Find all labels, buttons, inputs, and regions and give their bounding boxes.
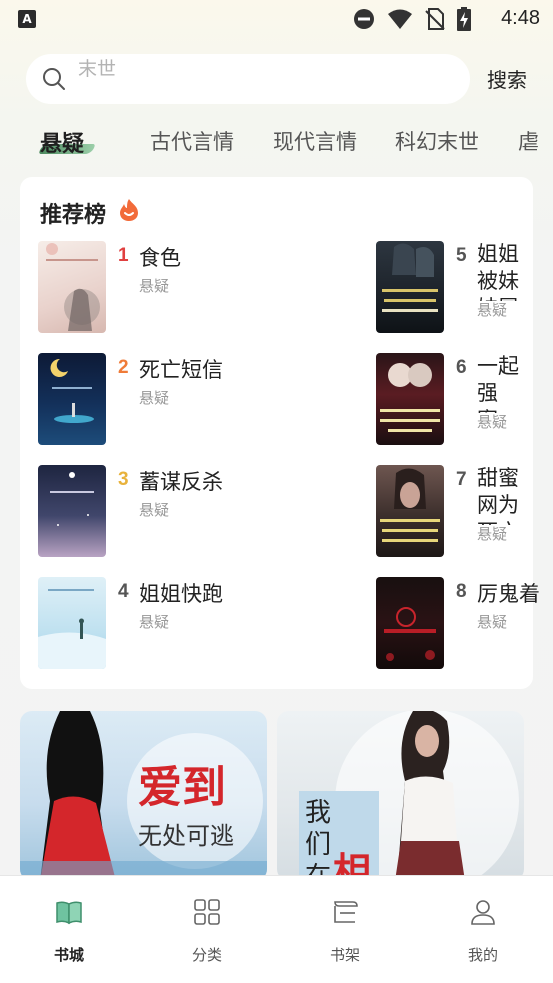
search-bar[interactable]: 末世	[26, 54, 470, 104]
banner-love-title: 爱到	[138, 762, 226, 813]
status-bar: A 4:48	[0, 0, 553, 38]
nav-bookshelf[interactable]: 书架	[305, 876, 385, 983]
rank-number: 6	[456, 357, 467, 378]
book-title: 厉鬼着	[477, 582, 540, 606]
do-not-disturb-icon	[354, 9, 374, 29]
nav-label: 我的	[467, 946, 498, 964]
tab-scifi-apocalypse[interactable]: 科幻末世	[395, 126, 479, 156]
book-cover[interactable]	[38, 353, 106, 445]
book-item[interactable]: 3 蓄谋反杀 悬疑	[38, 465, 278, 557]
book-category: 悬疑	[139, 389, 170, 407]
book-cover[interactable]	[38, 465, 106, 557]
bookshelf-icon	[334, 901, 358, 923]
book-category: 悬疑	[139, 277, 170, 295]
book-title: 姐姐被妹妹冒充	[477, 242, 519, 301]
book-category: 悬疑	[139, 613, 170, 631]
rank-number: 5	[456, 245, 467, 266]
book-category: 悬疑	[139, 501, 170, 519]
rank-number: 4	[118, 581, 129, 602]
book-cover[interactable]	[376, 241, 444, 333]
rank-number: 3	[118, 469, 129, 490]
rank-number: 2	[118, 357, 129, 378]
book-title: 甜蜜网为死亡	[477, 466, 519, 525]
wifi-icon	[388, 9, 412, 29]
book-title-clip: 一起强案，隐	[477, 353, 533, 413]
book-cover[interactable]	[38, 241, 106, 333]
tab-suspense[interactable]: 悬疑	[40, 126, 84, 158]
bottom-navigation: 书城 分类 书架 我的	[0, 875, 553, 983]
book-item[interactable]: 8 厉鬼着 悬疑	[376, 577, 553, 669]
book-title-clip: 姐姐被妹妹冒充	[477, 241, 533, 301]
book-title: 死亡短信	[139, 358, 223, 382]
book-cover[interactable]	[376, 465, 444, 557]
rank-number: 1	[118, 245, 129, 266]
book-category: 悬疑	[477, 413, 508, 431]
book-category: 悬疑	[477, 525, 508, 543]
nav-label: 书架	[329, 946, 360, 964]
rank-title: 推荐榜	[40, 203, 107, 228]
book-cover[interactable]	[38, 577, 106, 669]
no-sim-icon	[425, 8, 445, 30]
book-title: 蓄谋反杀	[139, 470, 223, 494]
book-title: 姐姐快跑	[139, 582, 223, 606]
book-title: 食色	[139, 246, 181, 270]
tab-modern-romance[interactable]: 现代言情	[273, 126, 357, 156]
battery-charging-icon	[457, 7, 471, 31]
book-item[interactable]: 1 食色 悬疑	[38, 241, 278, 333]
book-item[interactable]: 7 甜蜜网为死亡 悬疑	[376, 465, 553, 557]
book-category: 悬疑	[477, 613, 508, 631]
nav-label: 分类	[191, 946, 222, 964]
clock: 4:48	[501, 7, 540, 29]
search-button[interactable]: 搜索	[487, 64, 527, 93]
search-icon	[43, 68, 65, 90]
user-icon	[471, 900, 495, 925]
banner-love[interactable]: 爱到 无处可逃	[20, 711, 267, 881]
banner-love-subtitle: 无处可逃	[138, 822, 234, 850]
book-category: 悬疑	[477, 301, 508, 319]
nav-mine[interactable]: 我的	[443, 876, 523, 983]
tab-abuse[interactable]: 虐	[518, 126, 539, 156]
nav-label: 书城	[53, 946, 84, 964]
rank-number: 8	[456, 581, 467, 602]
search-input[interactable]: 末世	[78, 54, 438, 104]
status-icons	[353, 7, 471, 31]
tab-ancient-romance[interactable]: 古代言情	[150, 126, 234, 156]
category-tabs: 悬疑 古代言情 现代言情 科幻末世 虐	[0, 120, 553, 164]
nav-category[interactable]: 分类	[167, 876, 247, 983]
book-title: 一起强案，隐	[477, 354, 519, 413]
grid-icon	[194, 899, 220, 925]
book-title-clip: 甜蜜网为死亡	[477, 465, 533, 525]
book-item[interactable]: 5 姐姐被妹妹冒充 悬疑	[376, 241, 553, 333]
banner-we[interactable]: 我们在 相	[277, 711, 524, 881]
rank-number: 7	[456, 469, 467, 490]
book-item[interactable]: 2 死亡短信 悬疑	[38, 353, 278, 445]
book-cover[interactable]	[376, 353, 444, 445]
recommend-rank-card: 推荐榜 1 食色 悬疑 2 死亡短信 悬疑 3 蓄谋反杀 悬疑 4 姐姐快跑 悬	[20, 177, 540, 689]
nav-bookstore[interactable]: 书城	[29, 876, 109, 983]
book-item[interactable]: 4 姐姐快跑 悬疑	[38, 577, 278, 669]
book-item[interactable]: 6 一起强案，隐 悬疑	[376, 353, 553, 445]
app-notification-icon: A	[18, 10, 36, 28]
book-open-icon	[56, 901, 82, 925]
book-cover[interactable]	[376, 577, 444, 669]
fire-icon	[120, 199, 138, 221]
banner-we-text: 我们在	[305, 798, 332, 881]
